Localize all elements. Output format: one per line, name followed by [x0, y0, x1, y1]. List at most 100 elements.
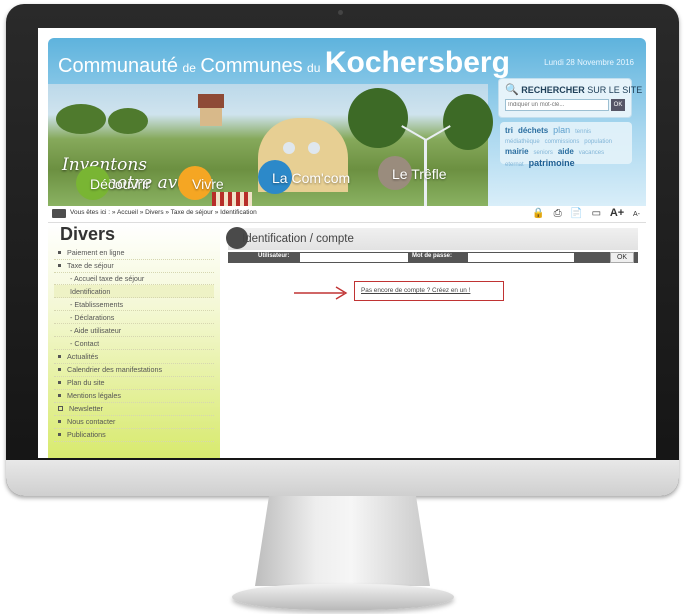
tag-link[interactable]: vacances: [579, 150, 604, 156]
sidebar-item-calendrier[interactable]: Calendrier des manifestations: [54, 363, 214, 377]
bullet-icon: [58, 433, 61, 437]
monitor-stand-base: [232, 584, 454, 610]
camera-dot: [338, 10, 343, 15]
sidebar-item-publications[interactable]: Publications: [54, 428, 214, 442]
sidebar-item-declarations[interactable]: - Déclarations: [54, 311, 214, 324]
page-title: Identification / compte: [242, 233, 354, 245]
tag-link[interactable]: tennis: [575, 129, 591, 135]
sidebar-item-paiement[interactable]: Paiement en ligne: [54, 246, 214, 260]
tag-link[interactable]: eternat: [505, 162, 524, 168]
current-date: Lundi 28 Novembre 2016: [544, 58, 634, 67]
tag-link[interactable]: patrimoine: [529, 158, 575, 168]
search-box: 🔍 RECHERCHER SUR LE SITE OK: [498, 78, 642, 118]
tag-cloud: tri déchets plan tennis médiathèque comm…: [500, 122, 632, 168]
bullet-icon: [58, 264, 61, 268]
sidebar-item-identification[interactable]: Identification: [54, 285, 214, 298]
sidebar-item-label: Newsletter: [69, 404, 103, 413]
sidebar-item-label: Nous contacter: [67, 417, 116, 426]
sidebar-item-label: Plan du site: [67, 378, 105, 387]
bullet-icon: [58, 368, 61, 372]
tag-link[interactable]: tri: [505, 126, 513, 135]
content-header: Identification / compte: [226, 227, 638, 250]
sidebar-item-label: - Aide utilisateur: [70, 326, 122, 335]
nav-label: Vivre: [192, 176, 224, 192]
site-brand[interactable]: Communauté de Communes du Kochersberg: [58, 46, 510, 80]
tree-shape: [443, 94, 493, 150]
create-account-link[interactable]: Pas encore de compte ? Créez en un !: [361, 287, 470, 294]
sidebar-title: Divers: [60, 224, 116, 244]
search-subtitle: SUR LE SITE: [587, 85, 643, 95]
brand-word: de: [182, 61, 196, 75]
breadcrumb[interactable]: Vous êtes ici : » Accueil » Divers » Tax…: [70, 209, 257, 216]
striped-facade: [212, 192, 252, 206]
sidebar-item-plan[interactable]: Plan du site: [54, 376, 214, 390]
tag-link[interactable]: plan: [553, 125, 570, 135]
folder-icon: [52, 209, 66, 218]
tree-shape: [348, 88, 408, 148]
page-tools: 🔒 ⎙ 📄 ▭ A+ A-: [526, 207, 640, 219]
sidebar-item-label: - Déclarations: [70, 313, 115, 322]
bullet-icon: [58, 251, 61, 255]
sidebar-item-aide[interactable]: - Aide utilisateur: [54, 324, 214, 337]
sidebar-item-etablissements[interactable]: - Etablissements: [54, 298, 214, 311]
create-account-highlight: Pas encore de compte ? Créez en un !: [354, 281, 504, 301]
sidebar-item-newsletter[interactable]: Newsletter: [54, 402, 214, 416]
tag-link[interactable]: aide: [558, 147, 574, 156]
square-bullet-icon: [58, 406, 63, 412]
tree-shape: [56, 104, 106, 134]
login-bar: Utilisateur: Mot de passe: OK: [228, 252, 638, 263]
tag-link[interactable]: seniors: [534, 150, 553, 156]
breadcrumb-bar: Vous êtes ici : » Accueil » Divers » Tax…: [48, 206, 646, 223]
login-ok-button[interactable]: OK: [610, 252, 634, 263]
window-icon[interactable]: ▭: [592, 208, 601, 219]
sidebar-item-label: - Etablissements: [70, 300, 124, 309]
house-roof: [198, 94, 224, 108]
screen: Communauté de Communes du Kochersberg Lu…: [38, 28, 656, 458]
tag-link[interactable]: déchets: [518, 126, 548, 135]
tag-link[interactable]: population: [584, 139, 612, 145]
password-field[interactable]: [468, 253, 574, 262]
arrow-right-icon: [294, 286, 348, 300]
bullet-icon: [58, 394, 61, 398]
sidebar-item-label: Taxe de séjour: [67, 261, 114, 270]
bullet-icon: [58, 355, 61, 359]
window-shape: [308, 142, 320, 154]
sidebar-item-label: Identification: [70, 287, 111, 296]
search-ok-button[interactable]: OK: [611, 99, 625, 111]
sidebar-item-taxe[interactable]: Taxe de séjour: [54, 259, 214, 273]
pdf-icon[interactable]: 📄: [570, 208, 582, 219]
sidebar-item-label: - Contact: [70, 339, 100, 348]
sidebar-item-label: Publications: [67, 430, 106, 439]
username-label: Utilisateur:: [258, 253, 290, 259]
sidebar-item-actualites[interactable]: Actualités: [54, 350, 214, 364]
font-decrease-button[interactable]: A-: [633, 211, 640, 218]
sidebar-item-label: - Accueil taxe de séjour: [70, 274, 145, 283]
font-increase-button[interactable]: A+: [610, 207, 624, 219]
search-input[interactable]: [505, 99, 609, 111]
main-content: Identification / compte Utilisateur: Mot…: [220, 226, 644, 458]
site-header: Communauté de Communes du Kochersberg Lu…: [48, 38, 646, 206]
monitor-chin: [6, 460, 679, 496]
username-field[interactable]: [300, 253, 408, 262]
sidebar-item-mentions[interactable]: Mentions légales: [54, 389, 214, 403]
turbine-blade: [425, 140, 427, 168]
house-shape: [200, 108, 222, 126]
tag-link[interactable]: médiathèque: [505, 139, 540, 145]
sidebar-item-label: Actualités: [67, 352, 99, 361]
lock-icon[interactable]: 🔒: [532, 208, 544, 219]
sidebar-item-accueil-taxe[interactable]: - Accueil taxe de séjour: [54, 272, 214, 285]
sidebar-item-contact[interactable]: - Contact: [54, 337, 214, 350]
brand-name: Kochersberg: [324, 46, 510, 79]
print-icon[interactable]: ⎙: [554, 208, 562, 219]
tree-shape: [108, 108, 148, 134]
sidebar-item-label: Mentions légales: [67, 391, 121, 400]
tag-link[interactable]: commissions: [545, 139, 580, 145]
tag-link[interactable]: mairie: [505, 147, 529, 156]
bullet-icon: [58, 420, 61, 424]
sidebar-item-contacter[interactable]: Nous contacter: [54, 415, 214, 429]
sidebar-item-label: Paiement en ligne: [67, 248, 125, 257]
bullet-icon: [58, 381, 61, 385]
brand-word: du: [307, 61, 321, 75]
monitor-stand-neck: [255, 496, 430, 586]
nav-label: Découvrir: [90, 176, 150, 192]
